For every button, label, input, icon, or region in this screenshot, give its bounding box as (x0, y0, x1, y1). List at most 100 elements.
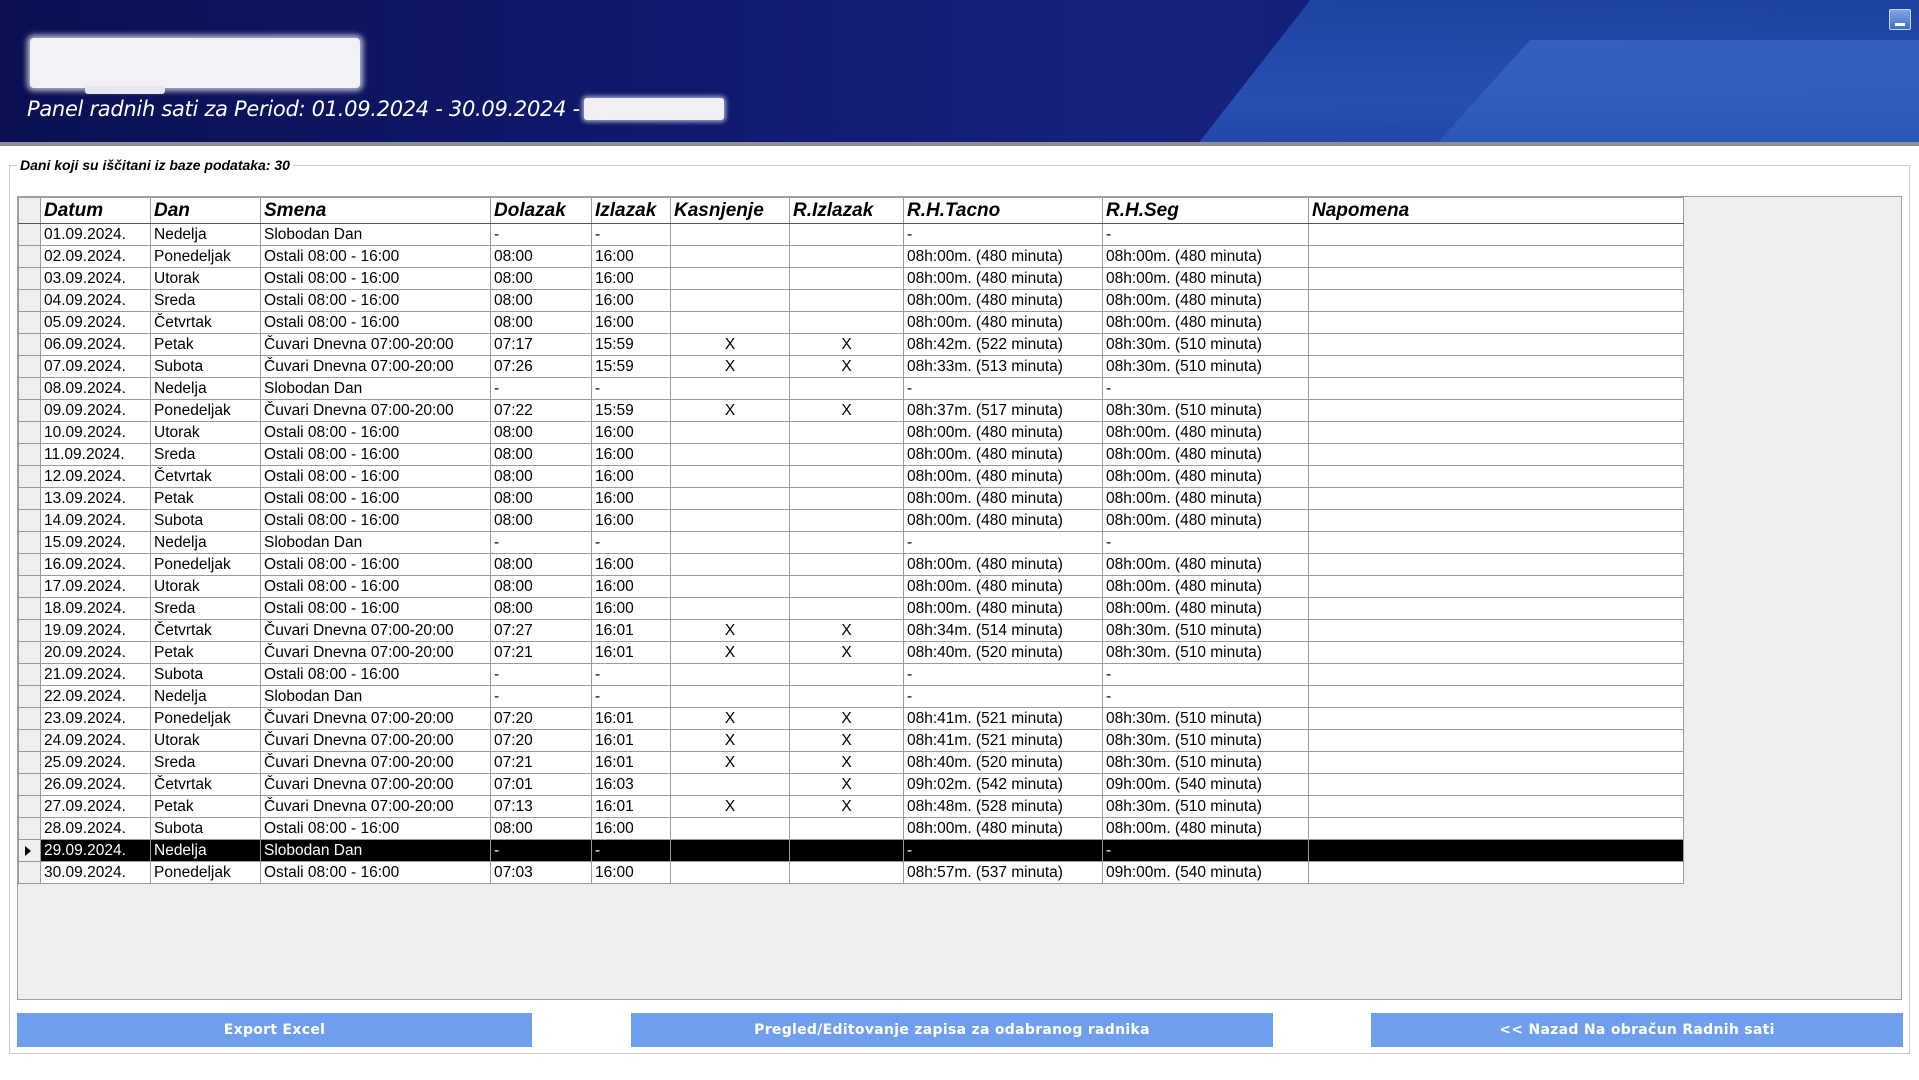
cell-datum[interactable]: 17.09.2024. (40, 575, 151, 598)
cell-dolazak[interactable]: 07:27 (490, 619, 592, 642)
cell-rh-seg[interactable]: 08h:00m. (480 minuta) (1102, 289, 1309, 312)
cell-r-izlazak[interactable]: X (789, 619, 904, 642)
cell-napomena[interactable] (1308, 223, 1684, 246)
cell-r-izlazak[interactable]: X (789, 751, 904, 774)
cell-datum[interactable]: 10.09.2024. (40, 421, 151, 444)
row-selector[interactable] (18, 333, 41, 356)
cell-datum[interactable]: 15.09.2024. (40, 531, 151, 554)
cell-r-izlazak[interactable] (789, 245, 904, 268)
cell-smena[interactable]: Ostali 08:00 - 16:00 (260, 575, 491, 598)
row-selector[interactable] (18, 773, 41, 796)
cell-datum[interactable]: 24.09.2024. (40, 729, 151, 752)
cell-izlazak[interactable]: 16:01 (591, 641, 671, 664)
work-hours-grid[interactable]: Datum Dan Smena Dolazak Izlazak Kasnjenje R.Iz… (17, 196, 1902, 1000)
cell-smena[interactable]: Slobodan Dan (260, 685, 491, 708)
row-selector[interactable] (18, 377, 41, 400)
cell-r-izlazak[interactable] (789, 443, 904, 466)
cell-dolazak[interactable]: 07:17 (490, 333, 592, 356)
cell-datum[interactable]: 01.09.2024. (40, 223, 151, 246)
table-row[interactable]: 07.09.2024. Subota Čuvari Dnevna 07:00-20:… (18, 355, 1684, 378)
cell-rh-tacno[interactable]: - (903, 377, 1103, 400)
row-selector[interactable] (18, 685, 41, 708)
row-selector[interactable] (18, 355, 41, 378)
cell-kasnjenje[interactable] (670, 817, 790, 840)
cell-napomena[interactable] (1308, 641, 1684, 664)
review-edit-button[interactable]: Pregled/Editovanje zapisa za odabranog r… (631, 1013, 1273, 1047)
table-row[interactable]: 14.09.2024. Subota Ostali 08:00 - 16:00 08:… (18, 509, 1684, 532)
table-row[interactable]: 02.09.2024. Ponedeljak Ostali 08:00 - 16:0… (18, 245, 1684, 268)
cell-r-izlazak[interactable] (789, 267, 904, 290)
cell-rh-seg[interactable]: - (1102, 531, 1309, 554)
cell-dan[interactable]: Četvrtak (150, 773, 261, 796)
cell-r-izlazak[interactable] (789, 465, 904, 488)
row-selector[interactable] (18, 641, 41, 664)
cell-smena[interactable]: Ostali 08:00 - 16:00 (260, 861, 491, 884)
row-selector[interactable] (18, 707, 41, 730)
cell-datum[interactable]: 30.09.2024. (40, 861, 151, 884)
cell-dolazak[interactable]: - (490, 685, 592, 708)
cell-datum[interactable]: 29.09.2024. (40, 839, 151, 862)
cell-rh-seg[interactable]: 08h:00m. (480 minuta) (1102, 817, 1309, 840)
column-header-rh-tacno[interactable]: R.H.Tacno (903, 197, 1103, 224)
row-selector[interactable] (18, 311, 41, 334)
cell-izlazak[interactable]: - (591, 377, 671, 400)
cell-dan[interactable]: Subota (150, 817, 261, 840)
cell-dan[interactable]: Sreda (150, 597, 261, 620)
cell-r-izlazak[interactable] (789, 575, 904, 598)
cell-datum[interactable]: 07.09.2024. (40, 355, 151, 378)
cell-rh-tacno[interactable]: 08h:00m. (480 minuta) (903, 575, 1103, 598)
cell-datum[interactable]: 26.09.2024. (40, 773, 151, 796)
cell-napomena[interactable] (1308, 707, 1684, 730)
cell-datum[interactable]: 19.09.2024. (40, 619, 151, 642)
cell-izlazak[interactable]: 16:01 (591, 729, 671, 752)
cell-dan[interactable]: Utorak (150, 267, 261, 290)
cell-r-izlazak[interactable]: X (789, 333, 904, 356)
column-header-izlazak[interactable]: Izlazak (591, 197, 671, 224)
cell-napomena[interactable] (1308, 487, 1684, 510)
minimize-icon[interactable] (1889, 9, 1911, 30)
cell-kasnjenje[interactable] (670, 773, 790, 796)
cell-dan[interactable]: Nedelja (150, 685, 261, 708)
cell-kasnjenje[interactable] (670, 553, 790, 576)
cell-kasnjenje[interactable] (670, 465, 790, 488)
cell-napomena[interactable] (1308, 377, 1684, 400)
cell-rh-tacno[interactable]: 08h:48m. (528 minuta) (903, 795, 1103, 818)
back-to-calculation-button[interactable]: << Nazad Na obračun Radnih sati (1371, 1013, 1903, 1047)
cell-dolazak[interactable]: 07:13 (490, 795, 592, 818)
cell-kasnjenje[interactable] (670, 531, 790, 554)
cell-datum[interactable]: 04.09.2024. (40, 289, 151, 312)
row-selector[interactable] (18, 795, 41, 818)
cell-kasnjenje[interactable]: X (670, 641, 790, 664)
row-selector[interactable] (18, 443, 41, 466)
cell-r-izlazak[interactable]: X (789, 399, 904, 422)
cell-dan[interactable]: Utorak (150, 421, 261, 444)
cell-rh-seg[interactable]: - (1102, 377, 1309, 400)
cell-izlazak[interactable]: - (591, 663, 671, 686)
cell-rh-tacno[interactable]: 08h:00m. (480 minuta) (903, 289, 1103, 312)
row-selector[interactable] (18, 531, 41, 554)
column-header-dolazak[interactable]: Dolazak (490, 197, 592, 224)
cell-rh-seg[interactable]: 08h:00m. (480 minuta) (1102, 465, 1309, 488)
cell-izlazak[interactable]: 16:00 (591, 509, 671, 532)
cell-smena[interactable]: Ostali 08:00 - 16:00 (260, 267, 491, 290)
cell-r-izlazak[interactable] (789, 685, 904, 708)
cell-smena[interactable]: Ostali 08:00 - 16:00 (260, 443, 491, 466)
cell-dan[interactable]: Četvrtak (150, 619, 261, 642)
cell-rh-tacno[interactable]: 08h:42m. (522 minuta) (903, 333, 1103, 356)
cell-smena[interactable]: Čuvari Dnevna 07:00-20:00 (260, 729, 491, 752)
column-header-dan[interactable]: Dan (150, 197, 261, 224)
cell-rh-tacno[interactable]: 08h:00m. (480 minuta) (903, 597, 1103, 620)
cell-kasnjenje[interactable] (670, 487, 790, 510)
table-row[interactable]: 23.09.2024. Ponedeljak Čuvari Dnevna 07:00… (18, 707, 1684, 730)
cell-dolazak[interactable]: 07:21 (490, 641, 592, 664)
cell-izlazak[interactable]: - (591, 839, 671, 862)
cell-rh-seg[interactable]: 08h:30m. (510 minuta) (1102, 751, 1309, 774)
cell-r-izlazak[interactable] (789, 663, 904, 686)
cell-smena[interactable]: Slobodan Dan (260, 531, 491, 554)
cell-dolazak[interactable]: 08:00 (490, 575, 592, 598)
row-selector[interactable] (18, 421, 41, 444)
cell-datum[interactable]: 06.09.2024. (40, 333, 151, 356)
table-row[interactable]: 17.09.2024. Utorak Ostali 08:00 - 16:00 08:… (18, 575, 1684, 598)
cell-napomena[interactable] (1308, 333, 1684, 356)
row-selector[interactable] (18, 223, 41, 246)
